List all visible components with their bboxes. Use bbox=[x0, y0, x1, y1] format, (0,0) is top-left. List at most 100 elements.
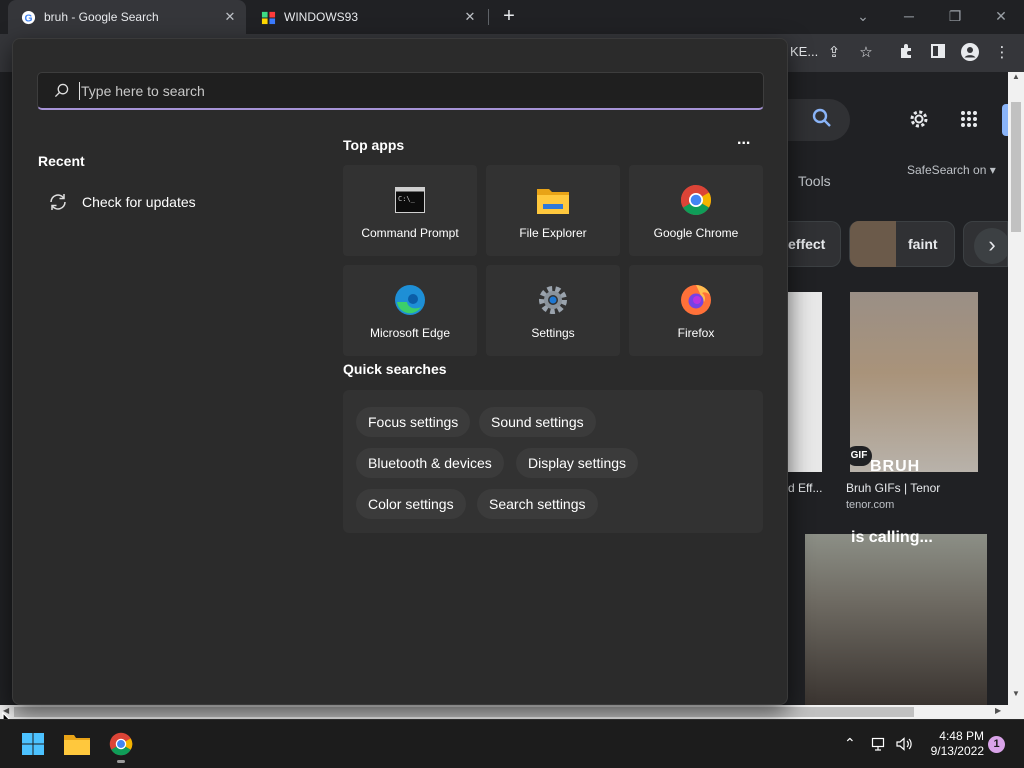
app-label: File Explorer bbox=[519, 226, 587, 240]
app-tile-settings[interactable]: Settings bbox=[486, 265, 620, 356]
show-hidden-icons-chevron-icon[interactable]: ⌃ bbox=[844, 735, 856, 752]
tab-divider bbox=[488, 9, 489, 25]
network-icon[interactable] bbox=[871, 736, 887, 755]
app-tile-google-chrome[interactable]: Google Chrome bbox=[629, 165, 763, 256]
related-chip-faint[interactable]: faint bbox=[849, 221, 955, 267]
result-source: tenor.com bbox=[846, 499, 895, 511]
gear-icon[interactable] bbox=[908, 108, 930, 135]
windows-logo-icon bbox=[21, 732, 45, 756]
chrome-menu-icon[interactable]: ⋮ bbox=[992, 43, 1012, 63]
app-label: Firefox bbox=[677, 326, 715, 340]
quick-search-display-settings[interactable]: Display settings bbox=[516, 448, 639, 478]
tab-title: bruh - Google Search bbox=[44, 10, 159, 24]
restore-button[interactable]: ❐ bbox=[942, 6, 968, 26]
horizontal-scrollbar[interactable]: ◀ ▶ bbox=[0, 705, 1024, 719]
result-image-calling[interactable]: is calling... bbox=[805, 529, 987, 705]
scroll-up-arrow[interactable]: ▲ bbox=[1012, 72, 1020, 81]
chrome-icon bbox=[679, 183, 713, 217]
clock[interactable]: 4:48 PM 9/13/2022 bbox=[922, 729, 984, 759]
recent-heading: Recent bbox=[38, 153, 85, 169]
tools-link[interactable]: Tools bbox=[798, 173, 831, 189]
profile-icon[interactable] bbox=[960, 43, 980, 63]
svg-text:C:\_: C:\_ bbox=[398, 195, 416, 203]
start-search-input[interactable] bbox=[81, 82, 741, 99]
quick-search-bluetooth-devices[interactable]: Bluetooth & devices bbox=[356, 448, 504, 478]
app-label: Settings bbox=[531, 326, 575, 340]
browser-tab-strip: G bruh - Google Search ✕ WINDOWS93 ✕ + ⌄… bbox=[0, 0, 1024, 34]
windows93-icon bbox=[260, 9, 276, 25]
image-overlay-text: is calling... bbox=[851, 529, 933, 546]
safesearch-toggle[interactable]: SafeSearch on ▾ bbox=[907, 163, 996, 177]
firefox-icon bbox=[679, 283, 713, 317]
omnibox-text[interactable]: KE... bbox=[790, 44, 818, 59]
quick-search-focus-settings[interactable]: Focus settings bbox=[356, 407, 471, 437]
app-tile-firefox[interactable]: Firefox bbox=[629, 265, 763, 356]
close-tab-icon[interactable]: ✕ bbox=[462, 9, 478, 25]
app-tile-microsoft-edge[interactable]: Microsoft Edge bbox=[343, 265, 477, 356]
taskbar-google-chrome[interactable] bbox=[106, 729, 136, 763]
tab-google-search[interactable]: G bruh - Google Search ✕ bbox=[8, 0, 246, 34]
result-image-bruh-gif[interactable]: GIF BRUH bbox=[846, 292, 978, 475]
result-image[interactable] bbox=[788, 292, 822, 472]
chip-label: effect bbox=[788, 236, 826, 252]
folder-icon bbox=[64, 733, 90, 755]
safesearch-label: SafeSearch on bbox=[907, 163, 987, 177]
search-icon bbox=[54, 83, 69, 98]
scroll-right-arrow[interactable]: ▶ bbox=[995, 706, 1001, 715]
chevron-right-icon[interactable]: › bbox=[974, 228, 1010, 264]
chip-thumbnail bbox=[850, 221, 896, 267]
start-button[interactable] bbox=[18, 729, 48, 759]
extensions-icon[interactable] bbox=[896, 43, 916, 63]
app-label: Google Chrome bbox=[653, 226, 739, 240]
gear-icon bbox=[536, 283, 570, 317]
quick-searches-panel: Focus settings Sound settings Bluetooth … bbox=[343, 390, 763, 533]
vertical-scrollbar[interactable]: ▲ ▼ bbox=[1008, 72, 1024, 705]
close-tab-icon[interactable]: ✕ bbox=[222, 9, 238, 25]
app-tile-command-prompt[interactable]: C:\_ Command Prompt bbox=[343, 165, 477, 256]
google-icon: G bbox=[20, 9, 36, 25]
recent-item-check-for-updates[interactable]: Check for updates bbox=[38, 184, 318, 220]
taskbar-file-explorer[interactable] bbox=[62, 729, 92, 759]
app-tile-file-explorer[interactable]: File Explorer bbox=[486, 165, 620, 256]
quick-search-search-settings[interactable]: Search settings bbox=[477, 489, 598, 519]
search-icon[interactable] bbox=[812, 108, 832, 133]
minimize-button[interactable]: ─ bbox=[896, 6, 922, 26]
volume-icon[interactable] bbox=[895, 736, 913, 755]
more-options-icon[interactable]: ... bbox=[737, 131, 750, 149]
app-label: Command Prompt bbox=[361, 226, 459, 240]
close-window-button[interactable]: ✕ bbox=[988, 6, 1014, 26]
tab-search-icon[interactable]: ⌄ bbox=[850, 6, 876, 26]
scrollbar-thumb[interactable] bbox=[1011, 102, 1021, 232]
bookmark-star-icon[interactable]: ☆ bbox=[856, 43, 876, 63]
app-label: Microsoft Edge bbox=[369, 326, 451, 340]
scroll-down-arrow[interactable]: ▼ bbox=[1012, 689, 1020, 698]
quick-search-color-settings[interactable]: Color settings bbox=[356, 489, 466, 519]
edge-icon bbox=[393, 283, 427, 317]
top-apps-heading: Top apps bbox=[343, 137, 405, 153]
new-tab-button[interactable]: + bbox=[498, 6, 520, 28]
result-caption[interactable]: Bruh GIFs | Tenor bbox=[846, 481, 940, 495]
image-overlay-text: BRUH bbox=[870, 458, 921, 475]
start-menu: Recent Check for updates Top apps ... C:… bbox=[12, 38, 788, 705]
quick-search-sound-settings[interactable]: Sound settings bbox=[479, 407, 596, 437]
tab-windows93[interactable]: WINDOWS93 ✕ bbox=[248, 0, 486, 34]
folder-icon bbox=[536, 183, 570, 217]
notification-badge[interactable]: 1 bbox=[988, 736, 1005, 753]
tab-title: WINDOWS93 bbox=[284, 10, 359, 24]
start-search-box[interactable] bbox=[37, 72, 764, 110]
quick-searches-heading: Quick searches bbox=[343, 361, 447, 377]
related-chip-effect[interactable]: effect bbox=[788, 221, 841, 267]
clock-date: 9/13/2022 bbox=[930, 744, 984, 758]
apps-grid-icon[interactable] bbox=[960, 110, 978, 133]
clock-time: 4:48 PM bbox=[939, 729, 984, 743]
scrollbar-thumb[interactable] bbox=[14, 707, 914, 717]
result-caption[interactable]: d Eff... bbox=[788, 481, 822, 495]
running-indicator bbox=[117, 760, 125, 763]
recent-item-label: Check for updates bbox=[82, 194, 196, 210]
share-icon[interactable]: ⇪ bbox=[824, 43, 844, 63]
side-panel-icon[interactable] bbox=[928, 43, 948, 63]
taskbar: ⌃ 4:48 PM 9/13/2022 1 bbox=[0, 719, 1024, 768]
gif-badge: GIF bbox=[846, 446, 872, 466]
command-prompt-icon: C:\_ bbox=[393, 183, 427, 217]
text-caret bbox=[79, 81, 80, 100]
